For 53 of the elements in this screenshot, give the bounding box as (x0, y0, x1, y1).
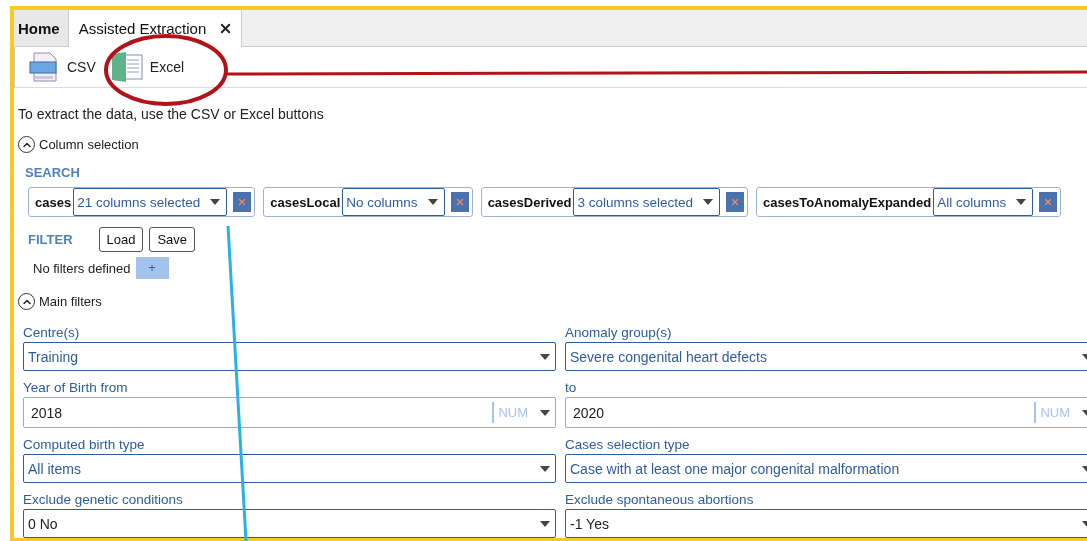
field-label: Exclude genetic conditions (23, 492, 184, 507)
caret-icon (210, 199, 221, 205)
tab[interactable]: Assisted Extraction (68, 10, 243, 48)
field-label: Cases selection type (565, 437, 691, 452)
caret-icon (540, 353, 550, 360)
field-label: to (565, 380, 578, 395)
remove-button[interactable] (233, 192, 252, 212)
field-label: Computed birth type (23, 437, 146, 452)
spreadsheet-icon (109, 51, 144, 84)
section-heading: FILTER (28, 232, 73, 247)
add-filter-button[interactable]: + (135, 257, 169, 279)
section-heading: SEARCH (25, 165, 81, 180)
field-label: Anomaly group(s) (565, 325, 673, 340)
dropdown-field[interactable]: -1 Yes (565, 509, 1087, 538)
number-field[interactable]: 2020 NUM (565, 397, 1087, 428)
column-dropdown[interactable]: All columns (933, 188, 1034, 216)
filter-button[interactable]: Save (149, 227, 196, 252)
remove-button[interactable] (726, 192, 745, 212)
table-name: cases (34, 194, 73, 210)
dropdown-field[interactable]: Training (23, 342, 556, 371)
dropdown-field[interactable]: All items (23, 454, 556, 483)
field-label: Centre(s) (23, 325, 81, 340)
tab[interactable]: Home (14, 10, 69, 47)
close-icon (730, 197, 741, 207)
close-icon (237, 197, 248, 207)
column-dropdown[interactable]: 3 columns selected (573, 188, 721, 216)
dropdown-field[interactable]: Case with at least one major congenital malformation (565, 454, 1087, 483)
field-label: Year of Birth from (23, 380, 129, 395)
caret-icon (540, 409, 550, 416)
instruction-text: To extract the data, use the CSV or Excel buttons (18, 106, 325, 122)
section-toggle[interactable]: Column selection (18, 136, 1081, 153)
caret-icon (1016, 199, 1027, 205)
column-dropdown[interactable]: 21 columns selected (73, 188, 228, 216)
table-name: casesToAnomalyExpanded (762, 194, 933, 210)
dropdown-field[interactable]: 0 No (23, 509, 556, 538)
caret-icon (427, 199, 438, 205)
dropdown-field[interactable]: Severe congenital heart defects (565, 342, 1087, 371)
filter-button[interactable]: Load (98, 227, 144, 252)
field-label: Exclude spontaneous abortions (565, 492, 755, 507)
caret-icon (703, 199, 714, 205)
section-toggle[interactable]: Main filters (18, 293, 1081, 310)
caret-icon (540, 465, 550, 472)
caret-icon (540, 520, 550, 527)
export-button[interactable]: CSV (29, 51, 96, 84)
remove-button[interactable] (1039, 192, 1058, 212)
number-field[interactable]: 2018 NUM (23, 397, 556, 428)
table-name: casesLocal (269, 194, 342, 210)
close-icon (454, 197, 465, 207)
column-dropdown[interactable]: No columns (342, 188, 445, 216)
empty-filters-text: No filters defined (33, 260, 131, 276)
close-icon (1043, 197, 1054, 207)
remove-button[interactable] (450, 192, 469, 212)
table-name: casesDerived (486, 194, 573, 210)
